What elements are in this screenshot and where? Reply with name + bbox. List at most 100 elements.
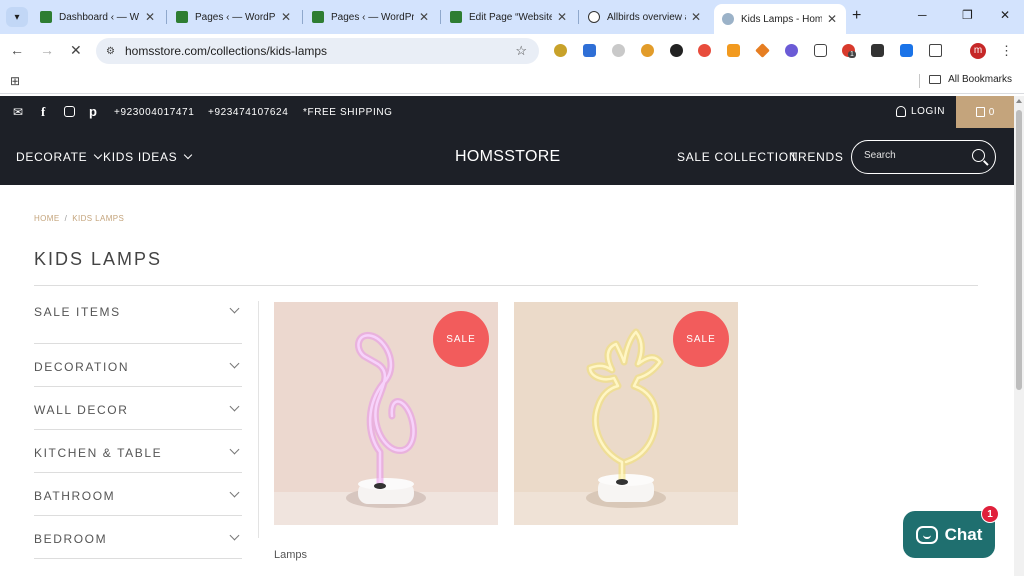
product-card-flamingo-lamp[interactable]: SALE — [274, 302, 498, 525]
extension-icon[interactable] — [554, 44, 567, 57]
close-icon[interactable]: ✕ — [144, 10, 156, 24]
search-box — [851, 140, 996, 174]
search-input[interactable] — [864, 150, 964, 161]
shopping-bag-icon — [975, 107, 985, 117]
sidebar-item-label: KITCHEN & TABLE — [34, 446, 163, 460]
minimize-icon[interactable]: ─ — [918, 8, 927, 22]
login-label: LOGIN — [911, 106, 946, 117]
bookmarks-separator — [919, 74, 920, 88]
collection-page: HOME / KIDS LAMPS KIDS LAMPS SALE ITEMS DE… — [0, 185, 1014, 576]
sidebar-item-sale-items[interactable]: SALE ITEMS — [34, 301, 242, 344]
browser-tab[interactable]: Pages ‹ — WordPr ✕ — [304, 4, 438, 30]
extension-icon[interactable] — [785, 44, 798, 57]
folder-icon — [929, 75, 942, 84]
sidebar-item-wall-decor[interactable]: WALL DECOR — [34, 387, 242, 430]
category-sidebar: SALE ITEMS DECORATION WALL DECOR KITCHEN… — [34, 301, 242, 559]
sale-badge: SALE — [433, 311, 489, 367]
instagram-icon[interactable] — [64, 106, 75, 117]
page-scrollbar[interactable] — [1014, 96, 1024, 576]
extension-icon[interactable] — [727, 44, 740, 57]
browser-tab-strip: ▾ Dashboard ‹ — W ✕ Pages ‹ — WordPr ✕ P… — [0, 0, 1024, 34]
site-info-icon[interactable]: ⚙ — [106, 46, 115, 57]
breadcrumb-current[interactable]: KIDS LAMPS — [72, 214, 124, 223]
close-icon[interactable]: ✕ — [826, 12, 838, 26]
close-icon[interactable]: ✕ — [418, 10, 430, 24]
browser-tab[interactable]: Dashboard ‹ — W ✕ — [32, 4, 164, 30]
phone-number-1[interactable]: +923004017471 — [114, 107, 194, 118]
extension-icon[interactable] — [871, 44, 884, 57]
browser-tab[interactable]: Pages ‹ — WordPr ✕ — [168, 4, 300, 30]
page-title: KIDS LAMPS — [34, 249, 163, 269]
browser-tab[interactable]: Edit Page “Website ✕ — [442, 4, 576, 30]
facebook-icon[interactable]: f — [41, 104, 45, 120]
extension-icon[interactable] — [670, 44, 683, 57]
profile-avatar[interactable]: m — [970, 43, 986, 59]
scrollbar-thumb[interactable] — [1016, 110, 1022, 390]
all-bookmarks-button[interactable]: All Bookmarks — [929, 74, 1012, 85]
scroll-up-arrow-icon[interactable] — [1016, 99, 1022, 103]
extension-icon[interactable] — [698, 44, 711, 57]
browser-menu-icon[interactable]: ⋮ — [1000, 43, 1013, 59]
nav-kids-ideas-label: KIDS IDEAS — [103, 150, 178, 164]
sale-badge: SALE — [673, 311, 729, 367]
tab-separator — [578, 10, 579, 24]
login-link[interactable]: LOGIN — [896, 106, 945, 117]
nav-trends[interactable]: TRENDS — [790, 150, 844, 164]
search-icon[interactable] — [972, 149, 985, 162]
close-icon[interactable]: ✕ — [690, 10, 702, 24]
sidebar-item-kitchen-table[interactable]: KITCHEN & TABLE — [34, 430, 242, 473]
nav-decorate[interactable]: DECORATE — [16, 150, 103, 164]
address-bar[interactable]: ⚙ homsstore.com/collections/kids-lamps ☆ — [96, 38, 539, 64]
download-icon[interactable] — [900, 44, 913, 57]
product-card-pineapple-lamp[interactable]: SALE — [514, 302, 738, 525]
bookmark-star-icon[interactable]: ☆ — [515, 43, 527, 59]
back-arrow-icon[interactable]: ← — [10, 42, 24, 58]
chat-notification-badge: 1 — [981, 505, 999, 523]
chevron-down-icon[interactable] — [229, 487, 240, 498]
close-icon[interactable]: ✕ — [280, 10, 292, 24]
chevron-down-icon — [184, 150, 193, 160]
extensions-puzzle-icon[interactable] — [929, 44, 942, 57]
tab-separator — [166, 10, 167, 24]
sidebar-item-label: BEDROOM — [34, 532, 108, 546]
store-logo[interactable]: HOMSSTORE — [455, 148, 561, 166]
phone-number-2[interactable]: +923474107624 — [208, 107, 288, 118]
chevron-down-icon[interactable] — [229, 530, 240, 541]
sidebar-item-decoration[interactable]: DECORATION — [34, 344, 242, 387]
nav-kids-ideas[interactable]: KIDS IDEAS — [103, 150, 193, 164]
chevron-down-icon[interactable] — [229, 401, 240, 412]
extension-icon[interactable] — [583, 44, 596, 57]
close-icon[interactable]: ✕ — [556, 10, 568, 24]
nav-sale-collection[interactable]: SALE COLLECTION — [677, 150, 798, 164]
sidebar-item-bathroom[interactable]: BATHROOM — [34, 473, 242, 516]
extension-icon[interactable] — [814, 44, 827, 57]
new-tab-plus-icon[interactable]: + — [852, 7, 861, 25]
forward-arrow-icon[interactable]: → — [40, 42, 54, 58]
browser-tab[interactable]: Allbirds overview a ✕ — [580, 4, 710, 30]
breadcrumb-home[interactable]: HOME — [34, 214, 60, 223]
extension-icon[interactable] — [612, 44, 625, 57]
close-window-icon[interactable]: ✕ — [1000, 8, 1010, 22]
browser-tab-active[interactable]: Kids Lamps - Hom ✕ — [714, 4, 846, 34]
apps-grid-icon[interactable]: ⊞ — [10, 74, 20, 88]
pinterest-icon[interactable]: p — [89, 104, 97, 119]
stop-loading-icon[interactable]: ✕ — [70, 42, 82, 59]
sidebar-item-bedroom[interactable]: BEDROOM — [34, 516, 242, 559]
extension-icon[interactable] — [641, 44, 654, 57]
free-shipping-notice: *FREE SHIPPING — [303, 107, 393, 118]
sidebar-divider — [258, 301, 259, 538]
chevron-down-icon[interactable] — [229, 303, 240, 314]
homsstore-icon — [722, 13, 734, 25]
app-window: ▾ Dashboard ‹ — W ✕ Pages ‹ — WordPr ✕ P… — [0, 0, 1024, 576]
chevron-down-icon[interactable] — [229, 444, 240, 455]
tab-separator — [440, 10, 441, 24]
restore-icon[interactable]: ❐ — [962, 8, 973, 22]
product-title[interactable]: Lamps — [274, 549, 307, 561]
tab-search-button[interactable]: ▾ — [6, 7, 28, 27]
url-text: homsstore.com/collections/kids-lamps — [124, 44, 328, 58]
chevron-down-icon[interactable] — [229, 358, 240, 369]
store-topbar: ✉ f p +923004017471 +923474107624 *FREE … — [0, 96, 1014, 128]
sidebar-item-label: BATHROOM — [34, 489, 116, 503]
email-icon[interactable]: ✉ — [13, 105, 23, 119]
cart-button[interactable]: 0 — [956, 96, 1014, 128]
